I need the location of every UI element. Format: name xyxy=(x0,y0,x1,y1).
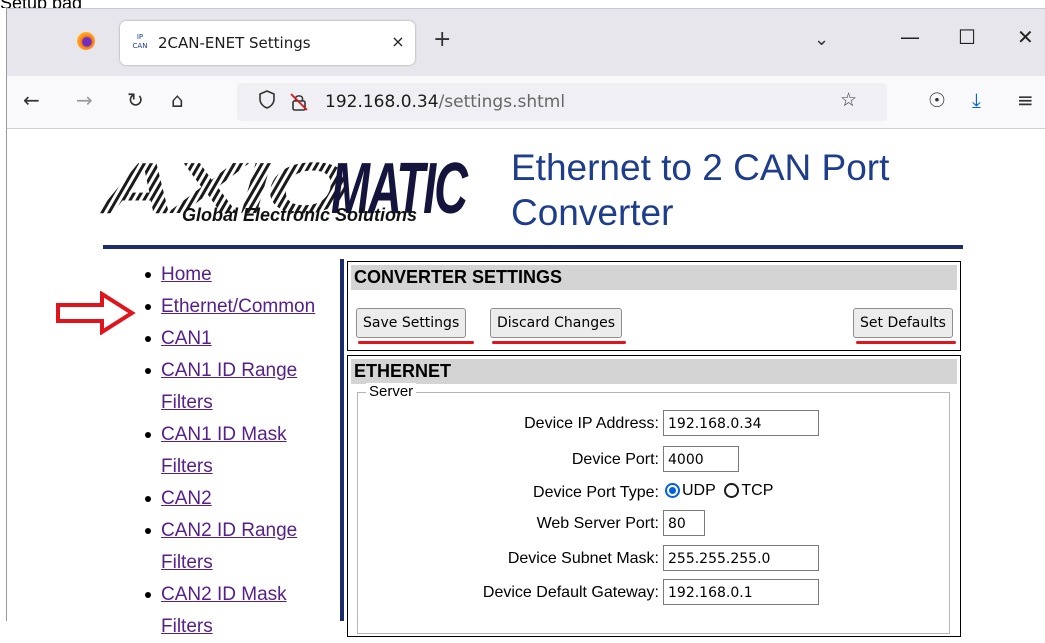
forward-icon[interactable]: → xyxy=(76,88,93,112)
discard-underline-mark xyxy=(492,341,626,344)
tcp-radio[interactable] xyxy=(724,483,740,498)
tab-title: 2CAN-ENET Settings xyxy=(158,34,311,52)
caption-fragment: Setup pag xyxy=(0,0,110,8)
nav-item-ethernet-common: Ethernet/Common xyxy=(141,291,341,323)
subnet-mask-input[interactable]: 255.255.255.0 xyxy=(663,545,819,571)
nav-link-can2-range[interactable]: CAN2 ID Range Filters xyxy=(161,520,297,573)
converter-settings-heading: CONVERTER SETTINGS xyxy=(351,265,957,290)
annotation-arrow-icon xyxy=(56,291,136,335)
web-port-row: Web Server Port: 80 xyxy=(358,510,949,538)
web-page: AXIO MATIC Global Electronic Solutions E… xyxy=(7,129,1045,637)
reload-icon[interactable]: ↻ xyxy=(127,88,144,112)
gateway-row: Device Default Gateway: 192.168.0.1 xyxy=(358,579,949,607)
nav-link-can1[interactable]: CAN1 xyxy=(161,328,212,349)
defaults-underline-mark xyxy=(856,341,956,344)
address-bar[interactable]: 192.168.0.34/settings.shtml ☆ xyxy=(237,83,887,121)
web-port-label: Web Server Port: xyxy=(536,515,659,532)
ethernet-panel: ETHERNET Server Device IP Address: 192.1… xyxy=(347,355,961,637)
nav-link-can1-mask[interactable]: CAN1 ID Mask Filters xyxy=(161,424,287,477)
tab-list-chevron-icon[interactable]: ⌄ xyxy=(814,29,829,50)
nav-link-can2-mask[interactable]: CAN2 ID Mask Filters xyxy=(161,584,287,637)
settings-nav: Home Ethernet/Common CAN1 CAN1 ID Range … xyxy=(141,259,341,643)
axiomatic-logo: AXIO MATIC Global Electronic Solutions xyxy=(96,143,472,238)
tracking-shield-icon[interactable] xyxy=(259,90,275,114)
nav-item-can1: CAN1 xyxy=(141,323,341,355)
tab-settings[interactable]: IP CAN 2CAN-ENET Settings × xyxy=(120,21,415,65)
device-port-input[interactable]: 4000 xyxy=(663,446,739,472)
minimize-icon[interactable]: — xyxy=(900,25,920,49)
url-text[interactable]: 192.168.0.34/settings.shtml xyxy=(325,92,565,112)
close-window-icon[interactable]: ✕ xyxy=(1017,25,1034,49)
tab-strip: IP CAN 2CAN-ENET Settings × + ⌄ — ☐ ✕ xyxy=(7,8,1045,77)
ethernet-heading: ETHERNET xyxy=(351,359,957,384)
nav-item-can2: CAN2 xyxy=(141,483,341,515)
save-settings-button[interactable]: Save Settings xyxy=(356,308,467,338)
nav-link-can1-range[interactable]: CAN1 ID Range Filters xyxy=(161,360,297,413)
back-icon[interactable]: ← xyxy=(23,88,40,112)
new-tab-icon[interactable]: + xyxy=(433,27,451,52)
url-host: 192.168.0.34 xyxy=(325,92,439,112)
udp-radio[interactable] xyxy=(665,483,680,498)
ip-address-label: Device IP Address: xyxy=(524,415,659,432)
gateway-label: Device Default Gateway: xyxy=(482,584,659,601)
web-port-input[interactable]: 80 xyxy=(663,510,705,536)
nav-item-can1-mask: CAN1 ID Mask Filters xyxy=(141,419,341,483)
logo-subtitle: Global Electronic Solutions xyxy=(182,205,418,225)
set-defaults-button[interactable]: Set Defaults xyxy=(853,308,953,338)
server-fieldset: Server Device IP Address: 192.168.0.34 D… xyxy=(357,383,950,634)
bookmark-star-icon[interactable]: ☆ xyxy=(840,89,857,111)
download-icon[interactable]: ⤓ xyxy=(972,88,981,112)
device-port-row: Device Port: 4000 xyxy=(358,446,949,474)
nav-item-can2-mask: CAN2 ID Mask Filters xyxy=(141,579,341,643)
column-divider xyxy=(340,259,344,621)
nav-link-home[interactable]: Home xyxy=(161,264,212,285)
port-type-radio-group: UDP TCP xyxy=(665,482,773,500)
close-tab-icon[interactable]: × xyxy=(388,29,408,55)
menu-icon[interactable]: ≡ xyxy=(1017,88,1034,112)
navigation-toolbar: ← → ↻ ⌂ 192.168.0.34/settings.shtml ☆ ☉ … xyxy=(7,76,1045,129)
firefox-icon[interactable] xyxy=(77,32,95,50)
url-path: /settings.shtml xyxy=(438,92,566,112)
discard-changes-button[interactable]: Discard Changes xyxy=(490,308,622,338)
maximize-icon[interactable]: ☐ xyxy=(958,25,976,49)
ip-address-input[interactable]: 192.168.0.34 xyxy=(663,410,819,436)
nav-item-home: Home xyxy=(141,259,341,291)
device-port-label: Device Port: xyxy=(571,451,659,468)
pocket-icon[interactable]: ☉ xyxy=(928,88,946,112)
server-legend: Server xyxy=(366,383,417,400)
nav-link-ethernet-common[interactable]: Ethernet/Common xyxy=(161,296,315,317)
subnet-mask-row: Device Subnet Mask: 255.255.255.0 xyxy=(358,545,949,573)
port-type-label: Device Port Type: xyxy=(533,484,659,501)
udp-radio-label: UDP xyxy=(682,482,716,499)
ip-address-row: Device IP Address: 192.168.0.34 xyxy=(358,410,949,438)
save-underline-mark xyxy=(358,341,474,344)
port-type-row: Device Port Type: UDP TCP xyxy=(358,479,949,507)
tcp-radio-label: TCP xyxy=(741,482,774,499)
ip-can-favicon-icon: IP CAN xyxy=(132,33,148,50)
subnet-mask-label: Device Subnet Mask: xyxy=(507,550,659,567)
nav-link-can2[interactable]: CAN2 xyxy=(161,488,212,509)
insecure-lock-icon[interactable] xyxy=(289,92,309,112)
home-icon[interactable]: ⌂ xyxy=(171,88,184,112)
nav-item-can1-range: CAN1 ID Range Filters xyxy=(141,355,341,419)
page-title: Ethernet to 2 CAN Port Converter xyxy=(511,147,890,233)
browser-window: IP CAN 2CAN-ENET Settings × + ⌄ — ☐ ✕ ← →… xyxy=(6,8,1045,637)
gateway-input[interactable]: 192.168.0.1 xyxy=(663,579,819,605)
title-divider xyxy=(103,245,963,249)
converter-settings-panel: CONVERTER SETTINGS Save Settings Discard… xyxy=(347,261,961,351)
nav-item-can2-range: CAN2 ID Range Filters xyxy=(141,515,341,579)
